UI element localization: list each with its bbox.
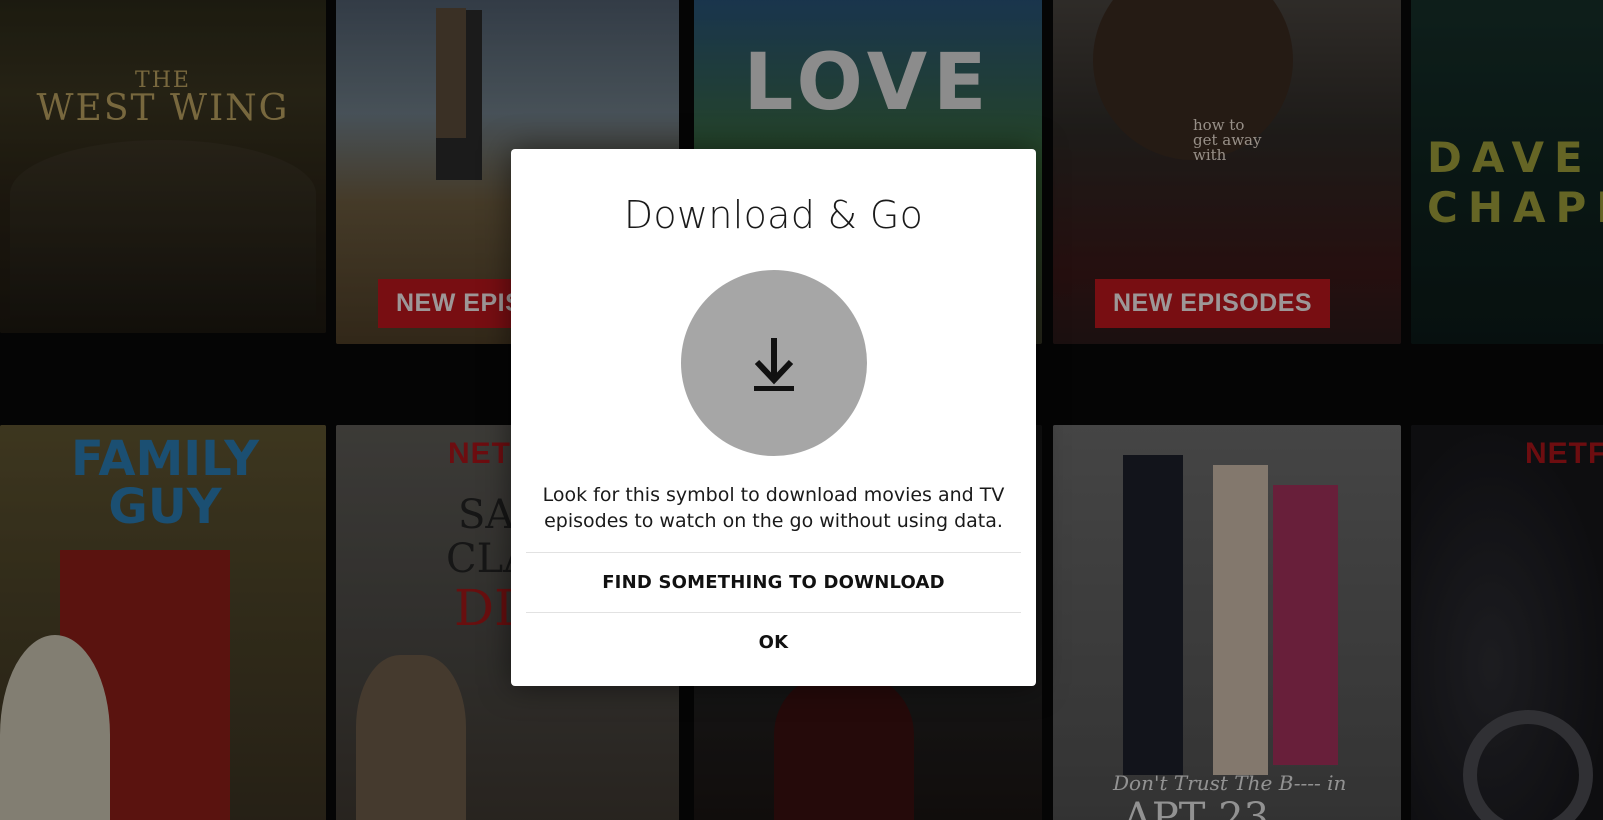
poster-family-guy[interactable]: FAMILY GUY (0, 425, 326, 820)
dialog-title: Download & Go (623, 193, 924, 237)
dim-overlay (0, 0, 326, 333)
dim-overlay (1411, 0, 1603, 344)
dim-overlay (0, 425, 326, 820)
poster-htgawm[interactable]: how to get away with NEW EPISODES (1053, 0, 1401, 344)
ok-button[interactable]: OK (526, 613, 1021, 671)
browse-grid: THE WEST WING NEW EPIS LOVE how to get a… (0, 0, 1603, 820)
find-something-button[interactable]: FIND SOMETHING TO DOWNLOAD (526, 553, 1021, 611)
download-icon-badge (681, 270, 867, 456)
dialog-description: Look for this symbol to download movies … (542, 484, 1005, 532)
download-go-dialog: Download & Go Look for this symbol to do… (511, 149, 1036, 686)
poster-space[interactable]: NETFL (1411, 425, 1603, 820)
poster-west-wing[interactable]: THE WEST WING (0, 0, 326, 333)
poster-dont-trust-the-b[interactable]: Don't Trust The B---- in APT 23 (1053, 425, 1401, 820)
dim-overlay (1053, 425, 1401, 820)
dim-overlay (1411, 425, 1603, 820)
poster-dave-chappelle[interactable]: DAVE CHAPP (1411, 0, 1603, 344)
dim-overlay (1053, 0, 1401, 344)
download-icon (754, 338, 794, 391)
